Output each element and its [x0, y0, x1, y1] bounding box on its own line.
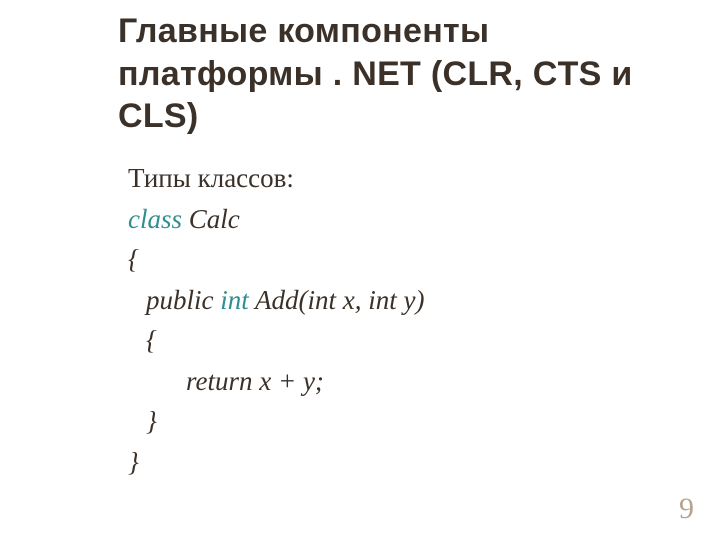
subtitle: Типы классов: [128, 158, 668, 199]
code-text: Add(int x, int y) [249, 285, 425, 315]
code-line-6: } [128, 401, 668, 442]
code-line-5: return x + y; [128, 361, 668, 402]
slide: Главные компоненты платформы . NET (CLR,… [0, 0, 720, 540]
code-text: Calc [182, 204, 240, 234]
code-line-2: { [128, 239, 668, 280]
code-line-3: public int Add(int x, int y) [128, 280, 668, 321]
keyword-int: int [220, 285, 249, 315]
code-text: public [146, 285, 220, 315]
keyword-class: class [128, 204, 182, 234]
slide-body: Типы классов: class Calc { public int Ad… [128, 158, 668, 482]
code-line-4: { [128, 320, 668, 361]
slide-title: Главные компоненты платформы . NET (CLR,… [118, 10, 678, 138]
code-line-1: class Calc [128, 199, 668, 240]
page-number: 9 [679, 492, 694, 526]
code-line-7: } [128, 442, 668, 483]
